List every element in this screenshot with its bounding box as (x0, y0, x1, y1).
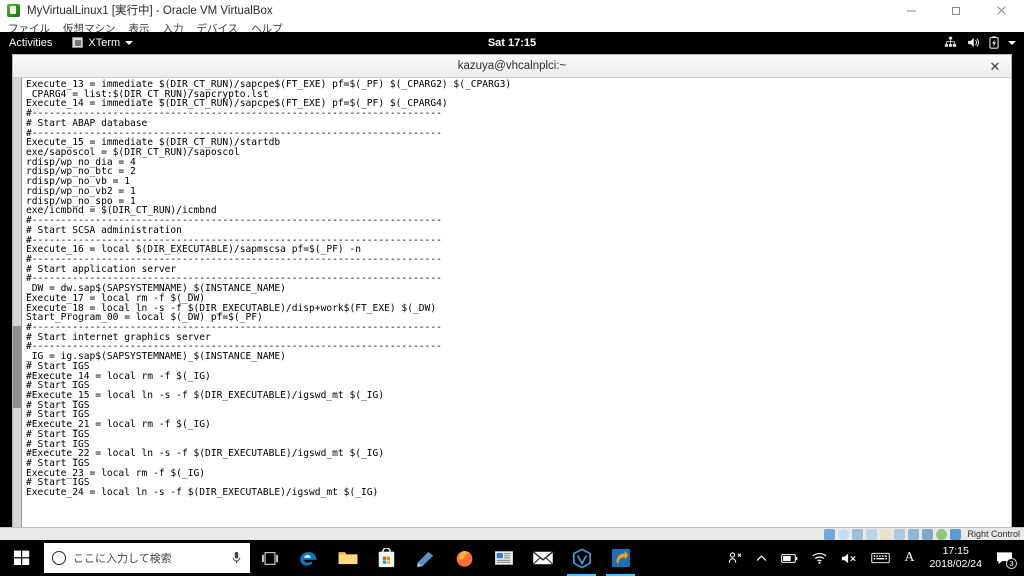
chevron-up-icon (756, 554, 767, 561)
network-icon[interactable] (852, 528, 864, 540)
xterm-window[interactable]: kazuya@vhcalnplci:~ ✕ Execute_13 = immed… (12, 54, 1012, 527)
speaker-muted-icon[interactable] (834, 540, 864, 576)
windows-taskbar: ここに入力して検索 A 17:15 2018/02/24 3 (0, 540, 1024, 576)
microsoft-store-icon (378, 548, 395, 568)
minimize-icon (907, 10, 916, 11)
terminal-output[interactable]: Execute_13 = immediate $(DIR_CT_RUN)/sap… (22, 78, 1011, 527)
xterm-titlebar[interactable]: kazuya@vhcalnplci:~ ✕ (13, 55, 1011, 78)
wifi-icon (812, 552, 827, 564)
wifi-icon[interactable] (805, 540, 834, 576)
video-capture-icon[interactable] (908, 528, 920, 540)
keyboard-ime-icon[interactable] (864, 540, 897, 576)
app-orange-icon (611, 548, 630, 568)
host-key-label: Right Control (967, 529, 1020, 539)
restore-icon (952, 6, 960, 15)
guest-additions-icon[interactable] (936, 528, 948, 540)
virtualbox-icon (7, 3, 20, 17)
people-icon[interactable] (721, 540, 749, 576)
app-menu-label: XTerm (88, 36, 121, 49)
file-explorer-icon (338, 552, 357, 565)
start-button[interactable] (0, 540, 44, 576)
taskbar-item-mail[interactable] (523, 540, 562, 576)
search-input[interactable]: ここに入力して検索 (44, 543, 250, 573)
terminal-close-button[interactable]: ✕ (987, 58, 1003, 74)
terminal-scrollbar[interactable] (13, 78, 22, 527)
people-icon (729, 552, 742, 563)
gnome-status-area[interactable] (944, 32, 1016, 53)
windows-logo-icon (14, 550, 30, 565)
taskbar-item-virtualbox[interactable] (562, 540, 601, 576)
cortana-circle-icon (52, 551, 66, 565)
shared-folder-icon[interactable] (880, 528, 892, 540)
battery-icon (989, 36, 999, 49)
restore-button[interactable] (934, 0, 979, 20)
chevron-down-icon[interactable] (1008, 40, 1016, 45)
close-icon (997, 5, 1006, 15)
virtualbox-icon (572, 547, 591, 569)
sticky-notes-icon (416, 551, 434, 567)
clock-time: 17:15 (942, 544, 969, 557)
taskbar-item-sticky-notes[interactable] (406, 540, 445, 576)
xterm-body[interactable]: Execute_13 = immediate $(DIR_CT_RUN)/sap… (13, 78, 1011, 527)
minimize-button[interactable] (889, 0, 934, 20)
task-view-icon (261, 551, 278, 565)
taskbar-item-task-view[interactable] (250, 540, 289, 576)
chevron-down-icon (125, 40, 134, 45)
taskbar-app-list (250, 540, 640, 576)
window-controls (889, 0, 1024, 20)
gnome-top-bar: Activities XTerm Sat 17:15 (0, 32, 1024, 53)
battery-icon (781, 553, 798, 563)
microphone-icon[interactable] (231, 551, 242, 565)
speaker-muted-icon (842, 553, 856, 563)
app-menu-xterm[interactable]: XTerm (72, 36, 134, 49)
clock-date: 2018/02/24 (929, 558, 982, 570)
xterm-icon (72, 37, 84, 48)
edge-icon (300, 551, 317, 565)
virtualbox-statusbar: Right Control (0, 527, 1024, 540)
virtualbox-window: MyVirtualLinux1 [実行中] - Oracle VM Virtua… (0, 0, 1024, 540)
system-tray: A 17:15 2018/02/24 3 (721, 540, 1024, 576)
hard-disk-icon[interactable] (824, 528, 836, 540)
terminal-scroll-thumb[interactable] (13, 325, 21, 409)
gnome-clock[interactable]: Sat 17:15 (0, 37, 1024, 49)
guest-screen[interactable]: Activities XTerm Sat 17:15 kazuya@vhcaln… (0, 32, 1024, 527)
mail-icon (532, 551, 553, 565)
terminal-title: kazuya@vhcalnplci:~ (457, 60, 567, 72)
show-hidden-icons-button[interactable] (749, 540, 774, 576)
notification-badge: 3 (1006, 558, 1017, 569)
news-icon (494, 551, 513, 565)
volume-icon (968, 38, 979, 47)
display-icon[interactable] (894, 528, 906, 540)
close-button[interactable] (979, 0, 1024, 20)
taskbar-item-edge[interactable] (289, 540, 328, 576)
optical-disk-icon[interactable] (838, 528, 850, 540)
notification-center-button[interactable]: 3 (990, 540, 1022, 576)
network-wired-icon (944, 36, 957, 47)
firefox-icon (456, 550, 473, 567)
taskbar-item-microsoft-store[interactable] (367, 540, 406, 576)
clock[interactable]: 17:15 2018/02/24 (921, 540, 990, 576)
taskbar-item-news[interactable] (484, 540, 523, 576)
activities-button[interactable]: Activities (9, 37, 52, 49)
usb-icon[interactable] (866, 528, 878, 540)
taskbar-item-app-orange[interactable] (601, 540, 640, 576)
taskbar-item-firefox[interactable] (445, 540, 484, 576)
virtualbox-titlebar: MyVirtualLinux1 [実行中] - Oracle VM Virtua… (0, 0, 1024, 20)
host-key-icon[interactable] (950, 528, 962, 540)
mouse-integration-icon[interactable] (922, 528, 934, 540)
keyboard-icon (871, 552, 891, 564)
window-title: MyVirtualLinux1 [実行中] - Oracle VM Virtua… (27, 5, 273, 17)
search-placeholder: ここに入力して検索 (73, 553, 172, 565)
battery-status-icon[interactable] (774, 540, 805, 576)
taskbar-item-file-explorer[interactable] (328, 540, 367, 576)
ime-mode-indicator[interactable]: A (897, 540, 921, 576)
